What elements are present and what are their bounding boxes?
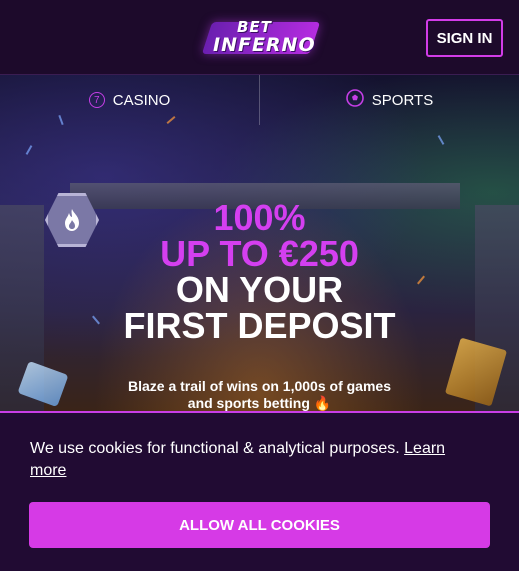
promo-headline: 100% UP TO €250 ON YOUR FIRST DEPOSIT bbox=[0, 200, 519, 344]
bet-inferno-logo[interactable]: BET INFERNO bbox=[201, 18, 321, 58]
cookie-text: We use cookies for functional & analytic… bbox=[30, 440, 400, 457]
section-nav: 7 CASINO SPORTS bbox=[0, 75, 519, 125]
logo-text-bottom: INFERNO bbox=[213, 34, 316, 56]
spark-decoration bbox=[437, 135, 445, 145]
tagline-line-2: and sports betting 🔥 bbox=[187, 395, 332, 411]
promo-line-on-your: ON YOUR bbox=[175, 269, 344, 310]
cookie-banner: We use cookies for functional & analytic… bbox=[0, 411, 519, 571]
promo-amount: UP TO €250 bbox=[160, 233, 359, 274]
slot-seven-icon: 7 bbox=[88, 92, 105, 108]
cookie-message: We use cookies for functional & analytic… bbox=[30, 438, 470, 482]
nav-casino-label: CASINO bbox=[112, 91, 171, 109]
sign-in-button[interactable]: SIGN IN bbox=[426, 19, 503, 57]
soccer-ball-icon bbox=[345, 89, 364, 111]
nav-sports[interactable]: SPORTS bbox=[260, 75, 519, 125]
allow-all-cookies-button[interactable]: ALLOW ALL COOKIES bbox=[29, 502, 490, 548]
nav-sports-label: SPORTS bbox=[371, 91, 434, 109]
nav-casino[interactable]: 7 CASINO bbox=[0, 75, 259, 125]
spark-decoration bbox=[25, 145, 33, 155]
promo-tagline: Blaze a trail of wins on 1,000s of games… bbox=[0, 378, 519, 411]
hero-banner: 7 CASINO SPORTS 100% UP TO €250 ON YOUR … bbox=[0, 75, 519, 411]
promo-line-first-deposit: FIRST DEPOSIT bbox=[123, 305, 396, 346]
header: BET INFERNO SIGN IN bbox=[0, 0, 519, 75]
tagline-line-1: Blaze a trail of wins on 1,000s of games bbox=[128, 378, 391, 394]
promo-percent: 100% bbox=[213, 197, 306, 238]
